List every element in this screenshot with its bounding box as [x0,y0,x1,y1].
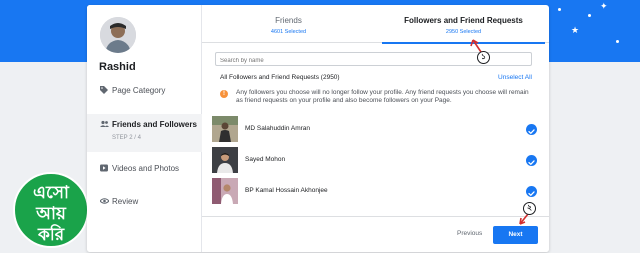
annotation-marker: ১ [477,51,490,64]
annotation-marker: ২ [523,202,536,215]
annotation-arrows [470,39,529,225]
